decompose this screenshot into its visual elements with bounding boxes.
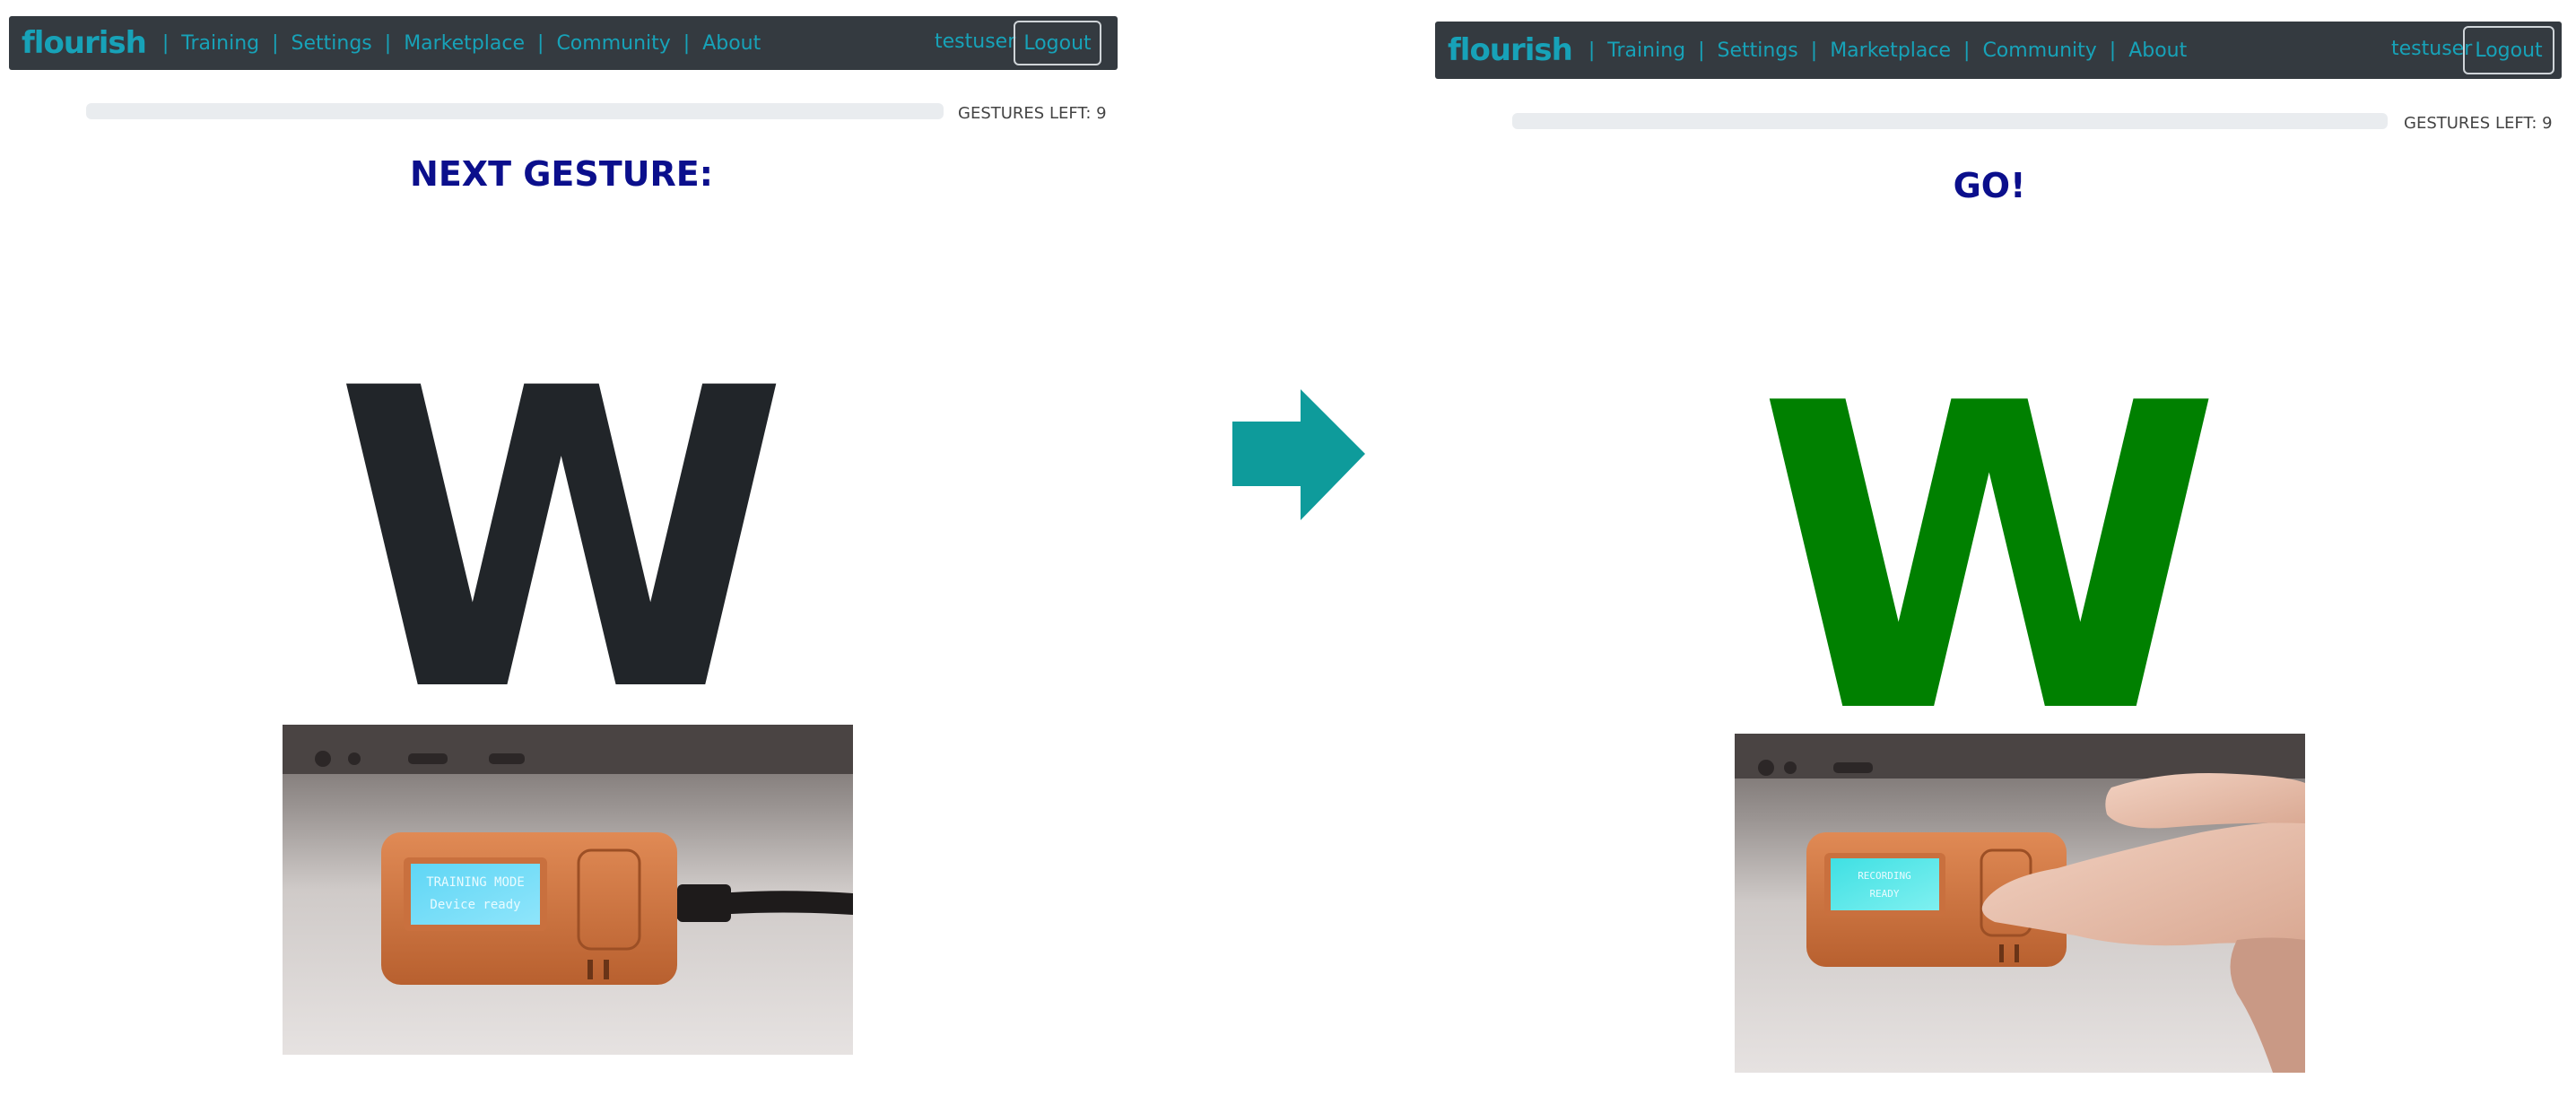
gesture-heading: NEXT GESTURE: — [410, 154, 713, 194]
gesture-progress-bar — [86, 103, 944, 119]
nav-separator: | — [161, 31, 170, 55]
username: testuser — [935, 30, 1016, 53]
gesture-letter: W — [1756, 315, 2223, 805]
device-screen-line2: Device ready — [430, 898, 520, 912]
username: testuser — [2391, 38, 2473, 60]
right-arrow-icon — [1232, 389, 1365, 520]
nav-separator: | — [2109, 39, 2117, 62]
device-photo-illustration: TRAINING MODE Device ready — [283, 725, 853, 1055]
nav-settings[interactable]: Settings — [292, 32, 372, 55]
nav-settings[interactable]: Settings — [1718, 39, 1798, 62]
nav-separator: | — [1588, 39, 1596, 62]
nav-separator: | — [1963, 39, 1971, 62]
nav-training[interactable]: Training — [181, 32, 259, 55]
device-photo: RECORDING READY — [1735, 734, 2305, 1073]
brand-logo[interactable]: flourish — [1448, 32, 1573, 68]
gestures-left-counter: GESTURES LEFT: 9 — [2404, 114, 2553, 133]
device-photo: TRAINING MODE Device ready — [283, 725, 853, 1055]
nav-community[interactable]: Community — [1982, 39, 2096, 62]
nav-community[interactable]: Community — [556, 32, 670, 55]
left-panel: flourish | Training | Settings | Marketp… — [0, 0, 1130, 1096]
gesture-heading: GO! — [1953, 166, 2026, 205]
nav-marketplace[interactable]: Marketplace — [404, 32, 525, 55]
right-panel: flourish | Training | Settings | Marketp… — [1426, 0, 2576, 1096]
logout-button[interactable]: Logout — [1014, 21, 1101, 65]
device-screen-line1: RECORDING — [1858, 870, 1911, 882]
device-photo-illustration: RECORDING READY — [1735, 734, 2305, 1073]
nav-separator: | — [272, 31, 279, 55]
gesture-letter: W — [334, 302, 789, 782]
gestures-left-counter: GESTURES LEFT: 9 — [958, 104, 1107, 123]
nav-separator: | — [537, 31, 544, 55]
nav-marketplace[interactable]: Marketplace — [1830, 39, 1951, 62]
nav-about[interactable]: About — [2128, 39, 2187, 62]
brand-logo[interactable]: flourish — [22, 25, 147, 61]
navbar: flourish | Training | Settings | Marketp… — [9, 16, 1118, 70]
nav-separator: | — [384, 31, 392, 55]
gesture-progress-bar — [1512, 113, 2388, 129]
nav-about[interactable]: About — [702, 32, 761, 55]
device-screen-line1: TRAINING MODE — [426, 875, 525, 890]
nav-separator: | — [683, 31, 691, 55]
nav-separator: | — [1810, 39, 1818, 62]
nav-separator: | — [1698, 39, 1705, 62]
nav-training[interactable]: Training — [1607, 39, 1685, 62]
device-screen-line2: READY — [1869, 888, 1899, 900]
logout-button[interactable]: Logout — [2463, 26, 2554, 74]
navbar: flourish | Training | Settings | Marketp… — [1435, 22, 2562, 79]
